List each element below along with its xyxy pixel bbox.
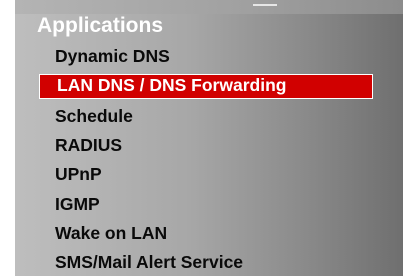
- menu-item-schedule[interactable]: Schedule: [55, 105, 133, 128]
- menu-item-upnp[interactable]: UPnP: [55, 163, 102, 186]
- menu-item-wake-on-lan[interactable]: Wake on LAN: [55, 222, 167, 245]
- screenshot-frame: Applications Dynamic DNS LAN DNS / DNS F…: [0, 0, 417, 276]
- menu-item-sms-mail-alert-service[interactable]: SMS/Mail Alert Service: [55, 251, 243, 274]
- menu-item-radius[interactable]: RADIUS: [55, 134, 122, 157]
- applications-menu-panel: Applications Dynamic DNS LAN DNS / DNS F…: [15, 0, 403, 276]
- menu-item-dynamic-dns[interactable]: Dynamic DNS: [55, 45, 170, 68]
- right-page-margin: [403, 0, 417, 276]
- menu-item-lan-dns-forwarding[interactable]: LAN DNS / DNS Forwarding: [39, 74, 373, 99]
- top-divider-mark: [253, 4, 277, 6]
- menu-section-title[interactable]: Applications: [37, 12, 163, 40]
- menu-item-igmp[interactable]: IGMP: [55, 193, 100, 216]
